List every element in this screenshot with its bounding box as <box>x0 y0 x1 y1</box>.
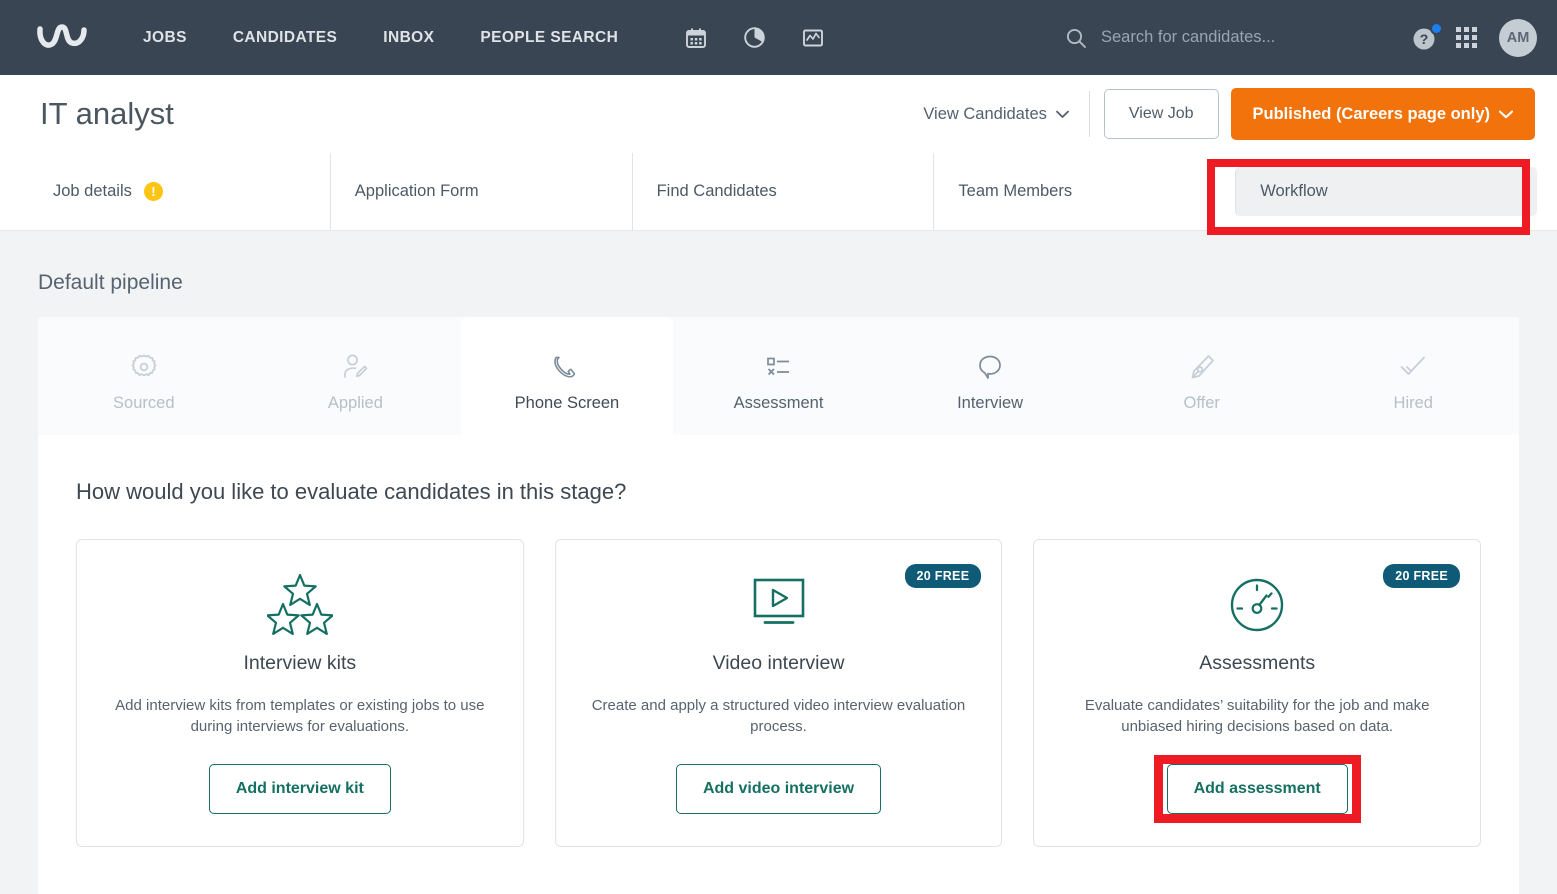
reports-image-icon[interactable] <box>784 27 842 49</box>
pipeline-panel: Sourced Applied Phone Screen Assessment … <box>38 317 1519 894</box>
three-stars-icon <box>266 568 333 642</box>
nav-link-candidates[interactable]: CANDIDATES <box>210 29 360 47</box>
view-job-button[interactable]: View Job <box>1103 89 1219 139</box>
tab-team-members-label: Team Members <box>958 182 1073 200</box>
chat-bubble-icon <box>975 340 1005 382</box>
badge-20-free: 20 FREE <box>904 564 982 588</box>
pipeline-stage-offer-label: Offer <box>1183 393 1220 412</box>
svg-text:?: ? <box>1420 31 1429 47</box>
pipeline-stage-sourced-label: Sourced <box>113 393 175 412</box>
add-assessment-button-wrapper: Add assessment <box>1153 754 1361 823</box>
search-input[interactable] <box>1101 28 1371 47</box>
pipeline-stage-phone-screen[interactable]: Phone Screen <box>461 317 673 435</box>
card-assessments-description: Evaluate candidates’ suitability for the… <box>1084 697 1430 736</box>
gauge-icon <box>1226 568 1288 642</box>
view-candidates-dropdown[interactable]: View Candidates <box>923 91 1090 137</box>
checklist-icon <box>764 340 794 382</box>
page-title: IT analyst <box>40 96 174 131</box>
nav-icon-group <box>667 26 842 49</box>
add-interview-kit-button[interactable]: Add interview kit <box>208 763 391 814</box>
card-video-interview-title: Video interview <box>712 652 845 674</box>
tab-find-candidates[interactable]: Find Candidates <box>631 153 934 230</box>
title-actions: View Candidates View Job Published (Care… <box>923 88 1535 140</box>
card-video-interview-description: Create and apply a structured video inte… <box>591 697 966 736</box>
tab-application-form[interactable]: Application Form <box>329 153 632 230</box>
global-search[interactable] <box>1063 25 1371 51</box>
gear-icon <box>129 340 159 382</box>
pen-nib-icon <box>1187 340 1217 382</box>
topnav-right-icons: ? AM <box>1410 18 1537 57</box>
tab-job-details-label: Job details <box>53 182 132 200</box>
published-status-label: Published (Careers page only) <box>1252 104 1490 123</box>
pipeline-stage-interview-label: Interview <box>957 393 1024 412</box>
tab-find-candidates-label: Find Candidates <box>656 182 777 200</box>
workflow-content: Default pipeline Sourced Applied Phone S… <box>0 231 1557 894</box>
help-question-icon[interactable]: ? <box>1410 21 1443 53</box>
card-interview-kits-description: Add interview kits from templates or exi… <box>115 697 485 736</box>
card-video-interview[interactable]: 20 FREE Video interview Create and apply… <box>554 539 1003 847</box>
stage-evaluation-section: How would you like to evaluate candidate… <box>38 435 1519 847</box>
evaluation-method-cards: Interview kits Add interview kits from t… <box>68 539 1489 847</box>
pipeline-stage-applied-label: Applied <box>327 393 383 412</box>
pipeline-stage-phone-screen-label: Phone Screen <box>514 393 620 412</box>
notification-dot <box>1430 21 1443 35</box>
pie-chart-icon[interactable] <box>725 26 784 49</box>
search-icon <box>1063 25 1089 51</box>
chevron-down-icon <box>1498 105 1514 124</box>
phone-icon <box>552 340 582 382</box>
stage-question: How would you like to evaluate candidate… <box>76 479 627 504</box>
tab-workflow[interactable]: Workflow <box>1235 167 1537 216</box>
tab-workflow-label: Workflow <box>1260 182 1328 200</box>
check-icon <box>1398 340 1428 382</box>
top-navigation-bar: JOBS CANDIDATES INBOX PEOPLE SEARCH Sear… <box>0 0 1557 75</box>
tab-job-details[interactable]: Job details ! <box>40 153 330 230</box>
pipeline-title: Default pipeline <box>38 271 183 294</box>
warning-icon: ! <box>143 182 163 201</box>
view-candidates-label: View Candidates <box>923 105 1047 123</box>
add-video-interview-button[interactable]: Add video interview <box>675 763 882 814</box>
workable-logo[interactable] <box>30 15 96 61</box>
pipeline-stage-interview[interactable]: Interview <box>884 317 1096 435</box>
card-interview-kits-title: Interview kits <box>243 652 357 674</box>
pipeline-stages: Sourced Applied Phone Screen Assessment … <box>38 317 1519 435</box>
avatar[interactable]: AM <box>1499 18 1537 57</box>
pipeline-stage-sourced[interactable]: Sourced <box>38 317 250 435</box>
pipeline-stage-hired-label: Hired <box>1393 393 1433 412</box>
main-nav-links: JOBS CANDIDATES INBOX PEOPLE SEARCH <box>120 29 641 47</box>
badge-20-free: 20 FREE <box>1383 564 1461 588</box>
apps-grid-icon[interactable] <box>1456 27 1477 48</box>
nav-link-inbox[interactable]: INBOX <box>360 29 457 47</box>
card-interview-kits[interactable]: Interview kits Add interview kits from t… <box>76 539 524 847</box>
pipeline-header: Default pipeline <box>0 257 1557 317</box>
card-assessments-title: Assessments <box>1199 652 1316 674</box>
chevron-down-icon <box>1055 91 1069 137</box>
video-play-icon <box>748 568 810 642</box>
job-title-bar: IT analyst View Candidates View Job Publ… <box>0 75 1557 153</box>
pipeline-stage-applied[interactable]: Applied <box>250 317 462 435</box>
nav-link-people-search[interactable]: PEOPLE SEARCH <box>457 29 641 47</box>
tab-application-form-label: Application Form <box>354 182 479 200</box>
calendar-icon[interactable] <box>667 27 725 49</box>
card-assessments[interactable]: 20 FREE Assessments Evaluate candidates’… <box>1033 539 1482 847</box>
person-edit-icon <box>340 340 370 382</box>
pipeline-stage-assessment[interactable]: Assessment <box>673 317 885 435</box>
tab-team-members[interactable]: Team Members <box>933 153 1235 230</box>
nav-link-jobs[interactable]: JOBS <box>120 29 210 47</box>
pipeline-stage-offer[interactable]: Offer <box>1096 317 1308 435</box>
published-status-button[interactable]: Published (Careers page only) <box>1230 88 1535 140</box>
pipeline-stage-assessment-label: Assessment <box>733 393 824 412</box>
add-assessment-button[interactable]: Add assessment <box>1166 763 1348 814</box>
pipeline-stage-hired[interactable]: Hired <box>1307 317 1519 435</box>
job-tabs: Job details ! Application Form Find Cand… <box>0 153 1557 235</box>
